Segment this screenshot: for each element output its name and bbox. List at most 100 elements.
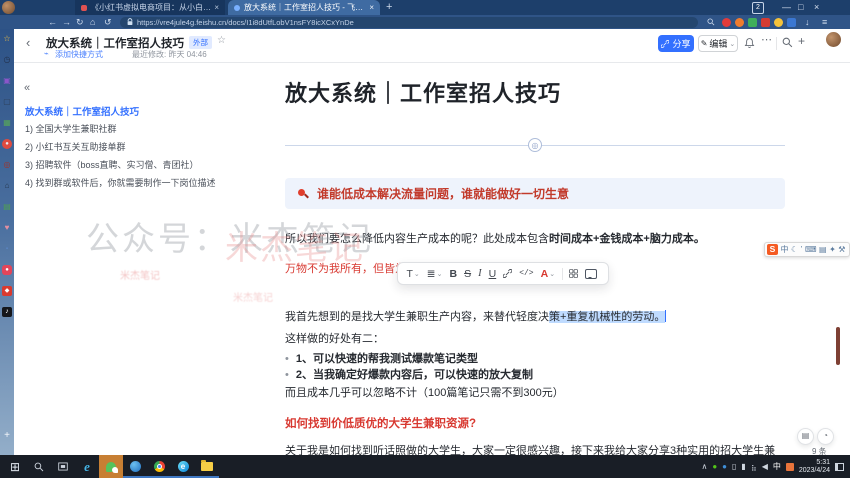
- chrome-app-button[interactable]: [147, 455, 171, 478]
- extension-icon[interactable]: [735, 18, 744, 27]
- tray-app-orange-icon[interactable]: [786, 463, 794, 471]
- dock-heart-icon[interactable]: ♥: [2, 223, 12, 233]
- window-close-button[interactable]: ×: [814, 1, 819, 14]
- edge-app-button[interactable]: e: [171, 455, 195, 478]
- window-maximize-button[interactable]: □: [798, 1, 803, 14]
- dock-home-icon[interactable]: ⌂: [2, 181, 12, 191]
- insert-link-button[interactable]: [500, 269, 516, 278]
- refresh-icon[interactable]: ↻: [76, 17, 84, 27]
- paragraph[interactable]: 这样做的好处有二：: [285, 331, 785, 347]
- extension-icon[interactable]: [761, 18, 770, 27]
- create-new-icon[interactable]: +: [798, 34, 805, 48]
- dock-apps-grid-icon[interactable]: ▦: [2, 118, 12, 128]
- outline-item-2[interactable]: 2) 小红书互关互助接单群: [25, 140, 126, 153]
- more-blocks-button[interactable]: [566, 269, 582, 278]
- underline-button[interactable]: U: [485, 268, 500, 280]
- start-button[interactable]: ⊞: [3, 455, 27, 478]
- callout-block[interactable]: 谁能低成本解决流量问题，谁就能做好一切生意: [285, 178, 785, 209]
- user-avatar[interactable]: [826, 32, 841, 47]
- dock-weibo-icon[interactable]: ◆: [2, 286, 12, 296]
- dock-history-clock-icon[interactable]: ◷: [2, 55, 12, 65]
- clock[interactable]: 5:31 2023/4/24: [799, 459, 830, 475]
- font-color-button[interactable]: A⌄: [537, 268, 558, 280]
- tray-mic-icon[interactable]: ▮: [741, 462, 745, 471]
- new-tab-button[interactable]: +: [386, 1, 392, 13]
- sogou-logo-icon[interactable]: S: [767, 244, 778, 255]
- browser-tab-active[interactable]: 放大系统｜工作室招人技巧 - 飞… ×: [228, 0, 380, 15]
- messenger-app-button[interactable]: [123, 455, 147, 478]
- outline-item-1[interactable]: 1) 全国大学生兼职社群: [25, 122, 117, 135]
- notification-center-icon[interactable]: [835, 463, 844, 471]
- extension-icon[interactable]: [748, 18, 757, 27]
- dock-douyin-icon[interactable]: ♪: [2, 307, 12, 317]
- ime-clipboard-icon[interactable]: ▤: [819, 244, 827, 255]
- tab-close-icon[interactable]: ×: [369, 3, 374, 12]
- favorite-star-icon[interactable]: ☆: [217, 35, 226, 46]
- share-button[interactable]: 分享: [658, 35, 694, 52]
- wechat-app-button[interactable]: [99, 455, 123, 478]
- paragraph[interactable]: 所以我们要怎么降低内容生产成本的呢？此处成本包含时间成本+金钱成本+脑力成本。: [285, 231, 785, 247]
- dock-add-icon[interactable]: +: [2, 431, 12, 441]
- ie-icon[interactable]: e: [75, 455, 99, 478]
- notifications-bell-icon[interactable]: [744, 37, 755, 49]
- browser-tab-inactive[interactable]: 《小红书虚拟电商项目：从小白… ×: [75, 0, 225, 15]
- tab-count-badge[interactable]: 2: [752, 2, 764, 14]
- taskbar-search-icon[interactable]: [27, 455, 51, 478]
- url-field[interactable]: https://vre4jule4g.feishu.cn/docs/I1i8dU…: [120, 17, 698, 28]
- ime-keyboard-icon[interactable]: ⌨: [805, 244, 817, 255]
- dock-red-app-icon[interactable]: ●: [2, 139, 12, 149]
- ime-moon-icon[interactable]: ☾: [791, 244, 798, 255]
- strikethrough-button[interactable]: S: [461, 268, 475, 280]
- tray-volume-icon[interactable]: ◀: [762, 462, 768, 471]
- dock-xiaohongshu-icon[interactable]: ●: [2, 265, 12, 275]
- paragraph[interactable]: 而且成本几乎可以忽略不计（100篇笔记只需不到300元）: [285, 385, 785, 401]
- feedback-button[interactable]: ▤: [797, 428, 814, 445]
- red-heading[interactable]: 如何找到价低质优的大学生兼职资源?: [285, 415, 785, 431]
- outline-item-4[interactable]: 4) 找到群或软件后，你就需要制作一下岗位描述: [25, 176, 216, 189]
- extension-icon[interactable]: [787, 18, 796, 27]
- window-minimize-button[interactable]: —: [782, 1, 791, 14]
- back-icon[interactable]: ←: [48, 17, 57, 27]
- search-icon[interactable]: [707, 18, 715, 26]
- home-icon[interactable]: ⌂: [90, 17, 95, 27]
- tab-close-icon[interactable]: ×: [214, 3, 219, 12]
- file-explorer-button[interactable]: [195, 455, 219, 478]
- tray-security-icon[interactable]: ●: [722, 462, 727, 471]
- scrollbar-thumb[interactable]: [836, 327, 840, 365]
- dock-record-icon[interactable]: ◎: [2, 160, 12, 170]
- collapse-outline-icon[interactable]: «: [24, 82, 30, 94]
- browser-menu-icon[interactable]: ≡: [822, 17, 827, 27]
- dock-notes-icon[interactable]: ▤: [2, 202, 12, 212]
- italic-button[interactable]: I: [475, 268, 486, 279]
- browser-profile-avatar[interactable]: [2, 1, 15, 14]
- tray-network-icon[interactable]: ⣦: [751, 462, 757, 471]
- dock-favorites-star-icon[interactable]: ☆: [2, 34, 12, 44]
- add-shortcut-link[interactable]: 添加快捷方式: [55, 49, 103, 60]
- outline-active-item[interactable]: 放大系统｜工作室招人技巧: [25, 104, 139, 118]
- dock-capture-icon[interactable]: ▢: [2, 97, 12, 107]
- tray-phone-icon[interactable]: ▯: [732, 462, 736, 471]
- bullet-item[interactable]: • 2、当我确定好爆款内容后，可以快速的放大复制: [285, 367, 785, 383]
- bullet-item[interactable]: • 1、可以快速的帮我测试爆款笔记类型: [285, 351, 785, 367]
- bold-button[interactable]: B: [446, 268, 461, 280]
- help-button[interactable]: ◔: [817, 428, 834, 445]
- dock-pin-icon[interactable]: ▪: [2, 244, 12, 254]
- hidden-icons-chevron[interactable]: ∧: [701, 462, 707, 471]
- outline-item-3[interactable]: 3) 招聘软件（boss直聘、实习僧、青团社）: [25, 158, 199, 171]
- task-view-icon[interactable]: [51, 455, 75, 478]
- forward-icon[interactable]: →: [62, 17, 71, 27]
- doc-search-icon[interactable]: [782, 37, 793, 48]
- doc-title[interactable]: 放大系统｜工作室招人技巧: [285, 76, 785, 108]
- extension-icon[interactable]: [774, 18, 783, 27]
- extension-icon[interactable]: [722, 18, 731, 27]
- doc-canvas[interactable]: 放大系统｜工作室招人技巧 ◎ 谁能低成本解决流量问题，谁就能做好一切生意 所以我…: [215, 62, 836, 455]
- download-icon[interactable]: ↓: [805, 17, 810, 27]
- more-options-icon[interactable]: ⋯: [761, 33, 772, 46]
- tray-app-green-icon[interactable]: ●: [712, 462, 717, 471]
- text-style-button[interactable]: T⌄: [403, 268, 423, 280]
- paragraph-with-selection[interactable]: 我首先想到的是找大学生兼职生产内容，来替代轻度决策+重复机械性的劳动。: [285, 309, 785, 325]
- comment-button[interactable]: [582, 269, 601, 279]
- inline-code-button[interactable]: </>: [516, 269, 537, 278]
- edit-button[interactable]: ✎ 编辑 ⌄: [698, 35, 738, 52]
- ime-punct-icon[interactable]: ’: [801, 244, 803, 255]
